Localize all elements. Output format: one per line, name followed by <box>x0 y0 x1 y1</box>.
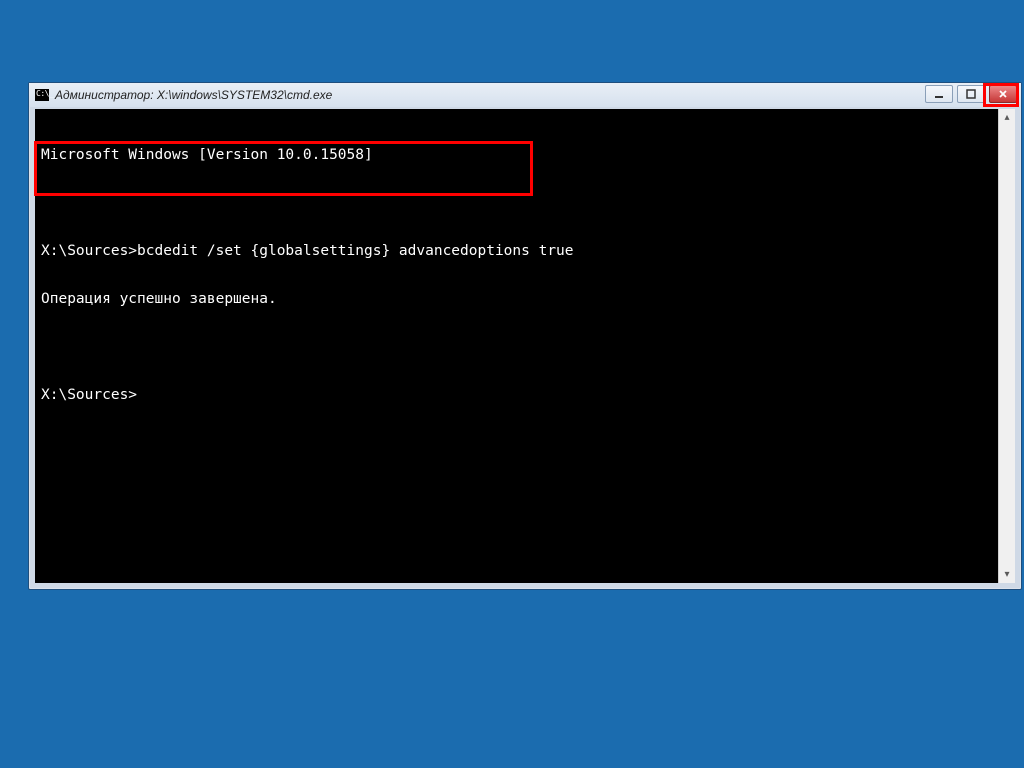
terminal-line: Microsoft Windows [Version 10.0.15058] <box>41 147 1009 163</box>
terminal-line <box>41 195 1009 211</box>
vertical-scrollbar[interactable]: ▴ ▾ <box>998 109 1015 583</box>
scroll-down-icon[interactable]: ▾ <box>999 566 1015 583</box>
close-button[interactable] <box>989 85 1017 103</box>
scroll-up-icon[interactable]: ▴ <box>999 109 1015 126</box>
minimize-icon <box>934 89 944 99</box>
terminal-line <box>41 339 1009 355</box>
maximize-button[interactable] <box>957 85 985 103</box>
minimize-button[interactable] <box>925 85 953 103</box>
terminal-line: Операция успешно завершена. <box>41 291 1009 307</box>
terminal-output[interactable]: Microsoft Windows [Version 10.0.15058] X… <box>35 109 1015 583</box>
maximize-icon <box>966 89 976 99</box>
terminal-line: X:\Sources> <box>41 387 1009 403</box>
titlebar[interactable]: Администратор: X:\windows\SYSTEM32\cmd.e… <box>29 83 1021 107</box>
close-icon <box>998 89 1008 99</box>
cmd-icon <box>35 89 49 101</box>
cmd-window: Администратор: X:\windows\SYSTEM32\cmd.e… <box>28 82 1022 590</box>
window-controls <box>925 85 1017 103</box>
window-title: Администратор: X:\windows\SYSTEM32\cmd.e… <box>55 88 332 102</box>
terminal-line: X:\Sources>bcdedit /set {globalsettings}… <box>41 243 1009 259</box>
